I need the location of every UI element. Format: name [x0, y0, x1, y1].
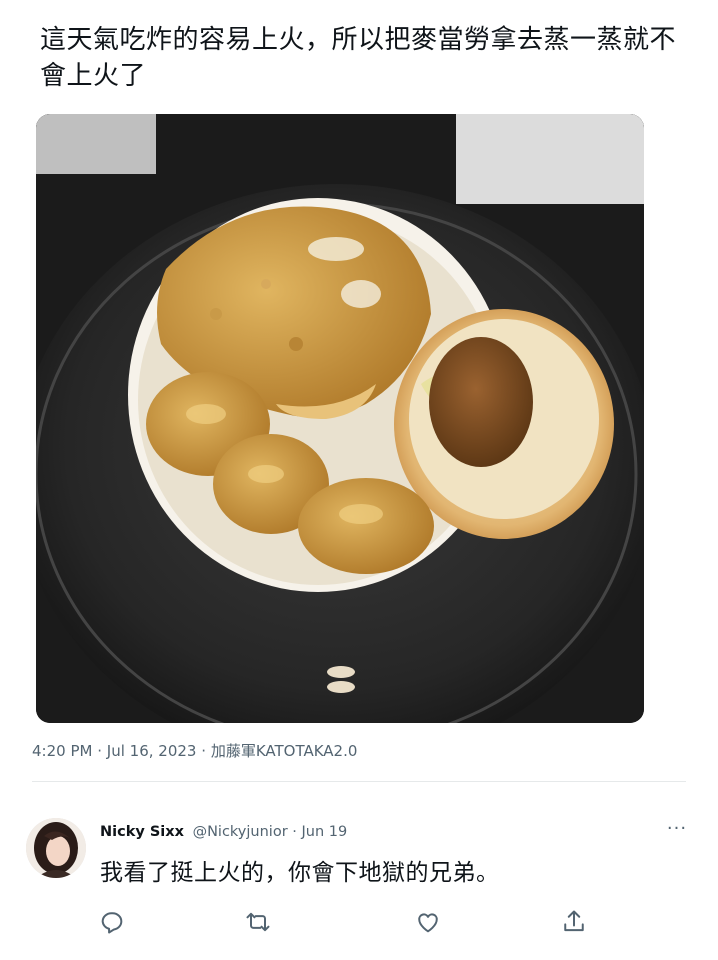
share-icon	[564, 910, 584, 932]
reply-date[interactable]: Jun 19	[302, 824, 348, 840]
tweet-photo[interactable]	[36, 114, 644, 723]
heart-icon	[418, 913, 438, 933]
tweet-date[interactable]: Jul 16, 2023	[107, 742, 197, 760]
more-options-button[interactable]: ···	[664, 818, 690, 840]
meta-separator: ·	[201, 742, 207, 760]
tweet-metadata: 4:20 PM · Jul 16, 2023 · 加藤軍KATOTAKA2.0	[32, 740, 357, 761]
share-button[interactable]	[560, 908, 588, 936]
reply-text: 我看了挺上火的，你會下地獄的兄弟。	[100, 860, 500, 886]
reply-separator: ·	[292, 824, 297, 840]
comment-icon	[101, 912, 123, 934]
tweet-text: 這天氣吃炸的容易上火，所以把麥當勞拿去蒸一蒸就不會上火了	[40, 25, 677, 91]
reply-header: Nicky Sixx @Nickyjunior · Jun 19	[100, 824, 347, 840]
avatar[interactable]	[26, 818, 86, 878]
reply-button[interactable]	[98, 908, 126, 936]
avatar-photo-icon	[26, 818, 86, 878]
retweet-icon	[246, 912, 270, 932]
tweet-source[interactable]: 加藤軍KATOTAKA2.0	[211, 742, 358, 760]
divider	[32, 781, 686, 782]
steamed-food-photo-icon	[36, 114, 644, 723]
reply-display-name[interactable]: Nicky Sixx	[100, 824, 184, 840]
meta-separator: ·	[97, 742, 103, 760]
like-button[interactable]	[414, 908, 442, 936]
tweet-time[interactable]: 4:20 PM	[32, 742, 92, 760]
retweet-button[interactable]	[244, 908, 272, 936]
reply-handle[interactable]: @Nickyjunior	[193, 824, 288, 840]
